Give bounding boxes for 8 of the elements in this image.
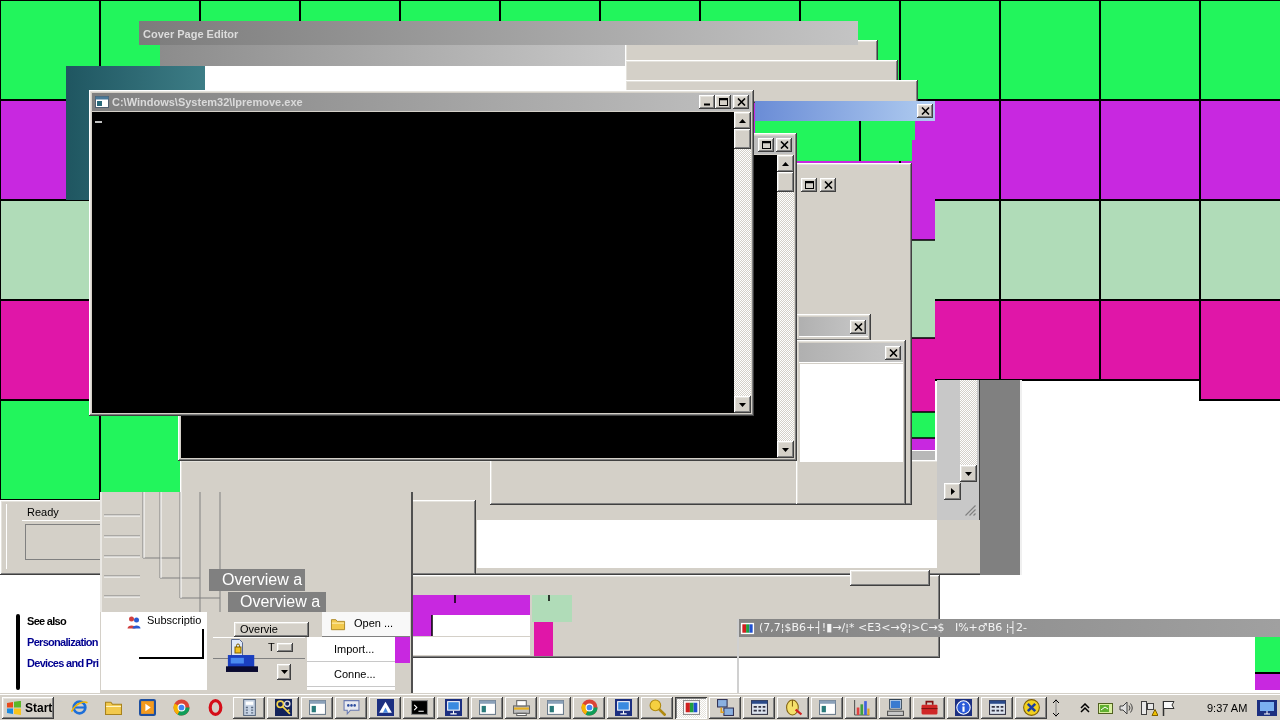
window-title: C:\Windows\System32\lpremove.exe (112, 95, 303, 109)
window-title: (7,7¦$B6+┤!▮→/¦* <E3<→♀¦>C→$ I%+♂B6 ¦┤2- (759, 621, 1028, 635)
title-bar: Overview a (228, 592, 326, 612)
status-text: Ready (22, 503, 100, 521)
clock-text: 9:37 AM (1207, 701, 1248, 714)
window-title: Cover Page Editor (143, 28, 239, 41)
section-heading: See also (27, 614, 68, 629)
row-label: T (268, 640, 275, 654)
